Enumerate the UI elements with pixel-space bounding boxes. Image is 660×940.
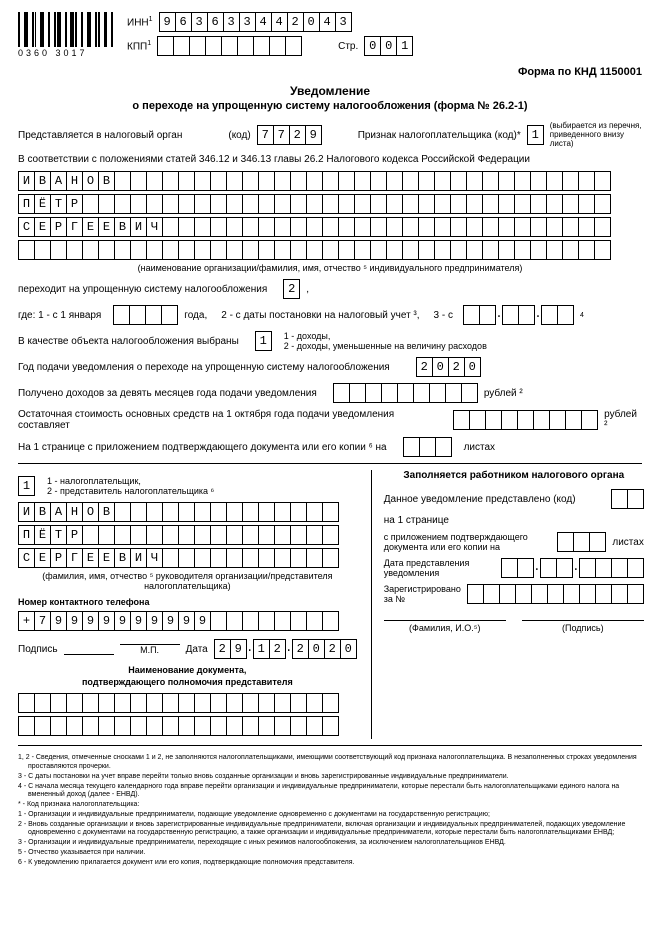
transition-label: переходит на упрощенную систему налогооб…: [18, 284, 267, 295]
name-lines: ИВАНОВПЁТРСЕРГЕЕВИЧ: [18, 171, 642, 260]
object-label: В качестве объекта налогообложения выбра…: [18, 336, 239, 347]
title: Уведомление: [18, 84, 642, 98]
signer-type-cell: 1: [18, 476, 35, 496]
income-label: Получено доходов за девять месяцев года …: [18, 388, 317, 399]
barcode: 0360 3017: [18, 12, 113, 58]
signature-line: [64, 643, 114, 655]
date-cells: 29.12.2020: [214, 639, 357, 659]
barcode-number: 0360 3017: [18, 48, 113, 58]
kpp-label: КПП1: [127, 40, 151, 52]
page-label: Стр.: [338, 41, 358, 52]
transition-cell: 2: [283, 279, 300, 299]
name-caption: (наименование организации/фамилия, имя, …: [18, 263, 642, 273]
kod-label: (код): [228, 130, 250, 141]
knd-code: Форма по КНД 1150001: [18, 66, 642, 78]
footnotes: 1, 2 - Сведения, отмеченные сносками 1 и…: [18, 754, 642, 867]
priznak-note: (выбирается из перечня, приведенного вни…: [550, 122, 642, 148]
kpp-cells: [157, 36, 302, 56]
assets-cells: [453, 410, 598, 430]
page-cells: 001: [364, 36, 413, 56]
header-row: 0360 3017 ИНН1 963633442043 КПП1 Стр. 00…: [18, 12, 642, 60]
official-column: Заполняется работником налогового органа…: [371, 470, 644, 739]
year-cells: 2020: [416, 357, 481, 377]
object-cell: 1: [255, 331, 272, 351]
inn-label: ИНН1: [127, 16, 153, 28]
preamble: В соответствии с положениями статей 346.…: [18, 154, 530, 165]
subtitle: о переходе на упрощенную систему налогоо…: [18, 100, 642, 112]
phone-cells: +79999999999: [18, 611, 357, 631]
inn-cells: 963633442043: [159, 12, 352, 32]
income-cells: [333, 383, 478, 403]
priznak-label: Признак налогоплательщика (код)*: [358, 130, 521, 141]
year-label: Год подачи уведомления о переходе на упр…: [18, 362, 390, 373]
submit-label: Представляется в налоговый орган: [18, 130, 182, 141]
priznak-cell: 1: [527, 125, 544, 145]
assets-label: Остаточная стоимость основных средств на…: [18, 409, 437, 431]
reg-cells: [467, 584, 644, 604]
attach-label: На 1 странице с приложением подтверждающ…: [18, 442, 387, 453]
opt1-label: где: 1 - с 1 января: [18, 310, 101, 321]
signer-column: 1 1 - налогоплательщик, 2 - представител…: [18, 470, 357, 739]
kod-cells: 7729: [257, 125, 322, 145]
